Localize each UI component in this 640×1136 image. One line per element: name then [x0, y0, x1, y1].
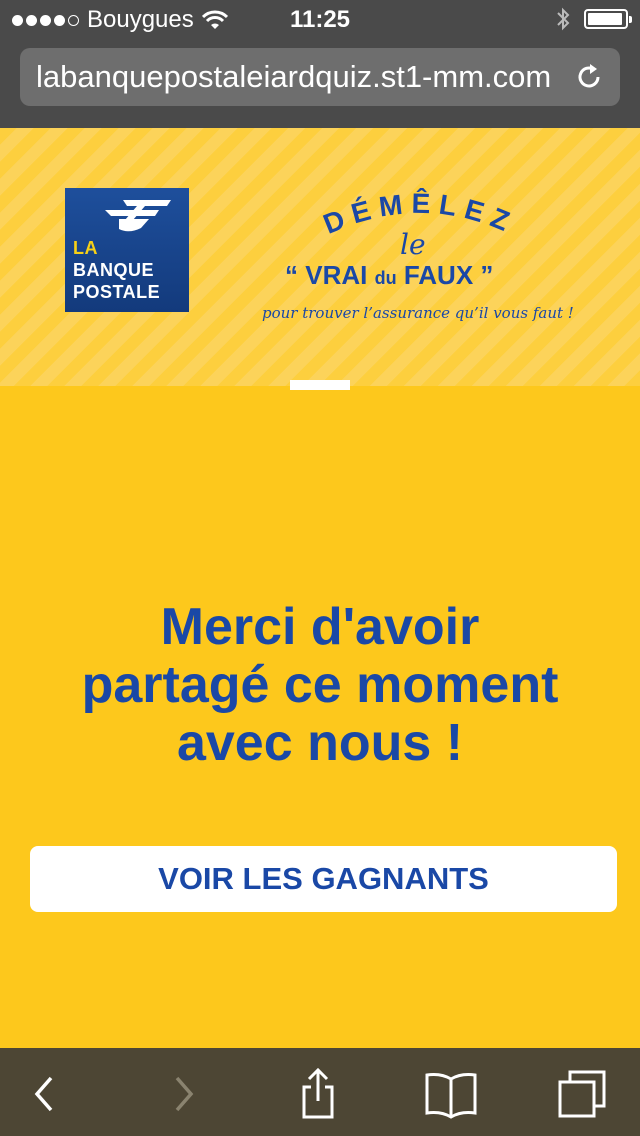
logo-line-2: BANQUE: [73, 260, 155, 280]
bird-logo-icon: [105, 200, 171, 232]
browser-toolbar: [0, 1048, 640, 1136]
tagline-faux: FAUX: [403, 260, 474, 290]
tagline-le: le: [400, 228, 426, 261]
battery-icon: [584, 9, 632, 29]
tagline-subtitle: pour trouver l’assurance qu’il vous faut…: [262, 304, 574, 322]
logo-line-3: POSTALE: [73, 282, 161, 302]
title-line-2: partagé ce moment: [81, 656, 559, 714]
forward-icon: [175, 1076, 194, 1112]
tagline-vrai-du-faux: “ VRAI du FAUX ”: [285, 260, 493, 291]
tabs-icon: [558, 1070, 606, 1118]
back-icon: [34, 1076, 53, 1112]
back-button[interactable]: [18, 1068, 70, 1120]
campaign-tagline: DÉMÊLEZ le “ VRAI du FAUX ” pour trouver…: [250, 188, 590, 338]
title-line-1: Merci d'avoir: [160, 598, 480, 656]
tagline-du: du: [374, 268, 397, 288]
share-button[interactable]: [292, 1067, 344, 1120]
url-text[interactable]: labanquepostaleiardquiz.st1-mm.com: [36, 60, 560, 94]
see-winners-button[interactable]: VOIR LES GAGNANTS: [30, 846, 617, 912]
title-line-3: avec nous !: [176, 714, 464, 772]
tagline-vrai: VRAI: [305, 260, 368, 290]
bookmarks-button[interactable]: [422, 1068, 480, 1120]
thank-you-title: Merci d'avoir partagé ce moment avec nou…: [0, 598, 640, 772]
status-bar: Bouygues 11:25: [0, 0, 640, 40]
page-header: LA BANQUE POSTALE DÉMÊLEZ le “ VRAI du F…: [0, 128, 640, 386]
tagline-open-quote: “: [285, 260, 298, 290]
tabs-button[interactable]: [556, 1068, 608, 1120]
clock: 11:25: [289, 6, 351, 33]
forward-button[interactable]: [158, 1068, 210, 1120]
slide-indicator: [290, 380, 350, 390]
reload-icon[interactable]: [572, 60, 606, 94]
bluetooth-icon: [557, 7, 570, 31]
browser-address-area: labanquepostaleiardquiz.st1-mm.com: [0, 40, 640, 128]
share-icon: [302, 1067, 334, 1119]
address-bar[interactable]: labanquepostaleiardquiz.st1-mm.com: [20, 48, 620, 106]
la-banque-postale-logo[interactable]: LA BANQUE POSTALE: [65, 188, 189, 312]
logo-line-1: LA: [73, 238, 98, 258]
tagline-close-quote: ”: [480, 260, 494, 290]
bookmarks-icon: [425, 1073, 477, 1119]
